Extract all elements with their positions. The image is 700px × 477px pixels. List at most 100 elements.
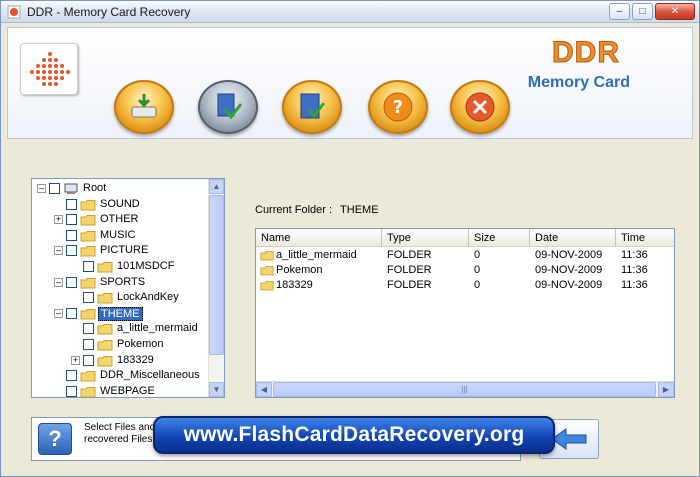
window-controls: – □ ✕ (609, 3, 695, 20)
folder-icon (97, 340, 113, 351)
tree-checkbox[interactable] (66, 198, 77, 210)
cell-size: 0 (474, 264, 481, 276)
title-bar[interactable]: DDR - Memory Card Recovery – □ ✕ (1, 1, 699, 23)
collapse-icon[interactable]: – (37, 184, 46, 193)
folder-icon (80, 308, 96, 320)
tree-checkbox[interactable] (66, 245, 77, 257)
window-title: DDR - Memory Card Recovery (27, 5, 191, 19)
save-recovered-icon (217, 93, 243, 120)
brand-subtitle: Memory Card (527, 74, 630, 91)
minimize-button[interactable]: – (609, 3, 630, 20)
open-drive-icon (131, 94, 157, 118)
tree-item[interactable]: SOUND (32, 197, 208, 213)
cell-date: 09-NOV-2009 (535, 264, 603, 276)
tree-item-label: 101MSDCF (117, 260, 175, 272)
tree-checkbox[interactable] (83, 339, 94, 350)
tree-checkbox[interactable] (66, 229, 77, 241)
tree-checkbox[interactable] (66, 385, 77, 397)
tree-item[interactable]: a_little_mermaid (32, 321, 208, 337)
check-book-icon (300, 93, 326, 119)
scroll-up-icon[interactable]: ▲ (209, 179, 224, 194)
folder-icon (97, 355, 113, 367)
scroll-down-icon[interactable]: ▼ (209, 382, 224, 397)
collapse-icon[interactable]: – (54, 246, 63, 256)
folder-tree[interactable]: – Root SOUND + OTHER MUSIC – PICTURE 101MSDCF – SP… (31, 178, 225, 398)
close-button[interactable]: ✕ (655, 3, 695, 20)
maximize-button[interactable]: □ (632, 3, 653, 20)
folder-icon (97, 293, 113, 304)
collapse-icon[interactable]: – (54, 308, 63, 318)
cell-type: FOLDER (387, 249, 432, 261)
tree-checkbox[interactable] (83, 323, 94, 335)
computer-icon (64, 183, 78, 194)
help-button[interactable]: ? (368, 80, 428, 134)
save-recovered-button[interactable] (198, 80, 258, 134)
tree-item[interactable]: – Root (32, 181, 208, 197)
expand-icon[interactable]: + (54, 215, 63, 225)
tree-item-label: OTHER (100, 213, 139, 226)
tree-item[interactable]: + OTHER (32, 212, 208, 228)
table-row[interactable]: a_little_mermaid FOLDER 0 09-NOV-2009 11:36 (256, 248, 674, 263)
tree-checkbox[interactable] (66, 307, 77, 319)
expand-icon[interactable]: + (71, 355, 80, 365)
tree-item-label: a_little_mermaid (117, 322, 198, 335)
logo (20, 43, 78, 95)
column-header-size[interactable]: Size (469, 229, 530, 247)
file-list[interactable]: Name Type Size Date Time ◀ ||| ▶ a_little_me… (255, 228, 675, 398)
column-header-name[interactable]: Name (256, 229, 382, 247)
scroll-thumb[interactable]: ||| (273, 382, 656, 397)
current-folder-label: Current Folder : (255, 204, 333, 216)
tree-item[interactable]: – THEME (32, 306, 208, 322)
tree-item[interactable]: LockAndKey (32, 290, 208, 306)
tree-item-label: PICTURE (100, 244, 149, 257)
check-book-button[interactable] (282, 80, 342, 134)
cell-date: 09-NOV-2009 (535, 279, 603, 291)
tree-item[interactable]: – SPORTS (32, 275, 208, 291)
scroll-thumb[interactable] (209, 195, 224, 355)
current-folder-value: THEME (340, 204, 379, 216)
folder-icon (80, 215, 96, 226)
tree-checkbox[interactable] (66, 214, 77, 226)
tree-checkbox[interactable] (66, 370, 77, 382)
tree-checkbox[interactable] (66, 276, 77, 288)
svg-text:?: ? (393, 97, 403, 118)
tree-item[interactable]: +183329 (32, 353, 208, 369)
column-header-date[interactable]: Date (530, 229, 616, 247)
folder-icon (80, 386, 96, 397)
column-header-type[interactable]: Type (382, 229, 469, 247)
tree-item[interactable]: Pokemon (32, 337, 208, 353)
folder-icon (260, 251, 274, 261)
open-drive-button[interactable] (114, 80, 174, 134)
folder-icon (260, 281, 274, 291)
tree-item[interactable]: WEBPAGE (32, 384, 208, 397)
tree-item[interactable]: – PICTURE (32, 243, 208, 259)
vertical-scrollbar[interactable]: ▲ ▼ (208, 179, 224, 397)
logo-mark-icon (30, 52, 70, 86)
folder-icon (80, 230, 96, 242)
tree-checkbox[interactable] (83, 292, 94, 304)
cell-name: 183329 (276, 279, 313, 291)
file-list-header: Name Type Size Date Time (256, 229, 674, 247)
scroll-right-icon[interactable]: ▶ (658, 382, 674, 397)
tree-checkbox[interactable] (83, 354, 94, 366)
cell-time: 11:36 (621, 279, 648, 291)
help-icon[interactable]: ? (38, 423, 72, 455)
scroll-left-icon[interactable]: ◀ (256, 382, 272, 397)
tree-item[interactable]: 101MSDCF (32, 259, 208, 275)
collapse-icon[interactable]: – (54, 277, 63, 287)
tree-checkbox[interactable] (83, 261, 94, 272)
tree-item[interactable]: DDR_Miscellaneous (32, 368, 208, 384)
horizontal-scrollbar[interactable]: ◀ ||| ▶ (256, 381, 674, 397)
folder-icon (97, 324, 113, 335)
help-icon: ? (383, 92, 413, 122)
tree-checkbox[interactable] (49, 183, 60, 194)
cell-type: FOLDER (387, 279, 432, 291)
table-row[interactable]: 183329 FOLDER 0 09-NOV-2009 11:36 (256, 278, 674, 293)
cell-size: 0 (474, 249, 481, 261)
tree-item-label: DDR_Miscellaneous (100, 369, 200, 382)
exit-button[interactable] (450, 80, 510, 134)
column-header-time[interactable]: Time (616, 229, 674, 247)
table-row[interactable]: Pokemon FOLDER 0 09-NOV-2009 11:36 (256, 263, 674, 278)
cell-name: Pokemon (276, 264, 323, 276)
tree-item[interactable]: MUSIC (32, 228, 208, 244)
